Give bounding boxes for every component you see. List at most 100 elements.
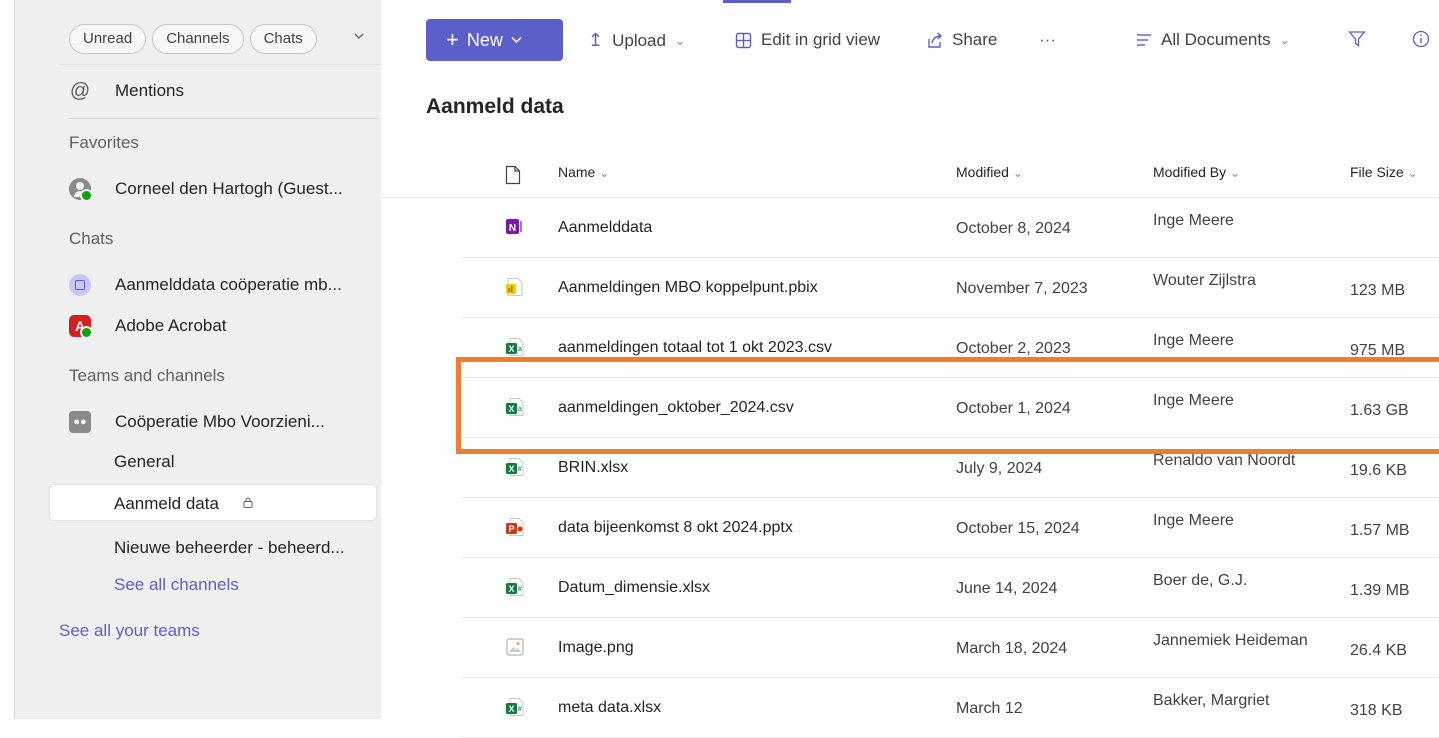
chevron-down-icon: ⌄ <box>599 166 610 180</box>
excel-icon: X # <box>505 697 525 717</box>
column-name-label: Name <box>558 164 596 180</box>
lock-icon <box>243 497 253 508</box>
avatar <box>69 178 93 202</box>
svg-text:P: P <box>508 524 514 534</box>
sidebar-item-label: Mentions <box>115 81 184 100</box>
file-name-link[interactable]: Aanmelddata <box>558 219 652 237</box>
team-icon: ●● <box>69 411 91 433</box>
column-modified-label: Modified <box>956 164 1009 180</box>
sidebar-item-label: Corneel den Hartogh (Guest... <box>115 179 343 198</box>
file-name-link[interactable]: meta data.xlsx <box>558 699 661 717</box>
chevron-down-icon: ⌄ <box>674 33 686 48</box>
file-name-link[interactable]: aanmeldingen totaal tot 1 okt 2023.csv <box>558 339 832 357</box>
sidebar-item-team[interactable]: ●● Coöperatie Mbo Voorzieni... <box>69 411 325 433</box>
modified-by[interactable]: Inge Meere <box>1153 332 1234 350</box>
modified-by[interactable]: Wouter Zijlstra <box>1153 272 1256 290</box>
library-title: Aanmeld data <box>426 95 564 118</box>
channel-nieuwe-beheerder[interactable]: Nieuwe beheerder - beheerd... <box>114 538 345 558</box>
column-header-name[interactable]: Name ⌄ <box>558 164 609 180</box>
file-name-link[interactable]: data bijeenkomst 8 okt 2024.pptx <box>558 519 793 537</box>
file-size: 1.63 GB <box>1350 402 1409 419</box>
excel-icon: X # <box>505 577 525 597</box>
column-header-modified-by[interactable]: Modified By ⌄ <box>1153 164 1240 180</box>
team-avatar: ●● <box>69 411 91 433</box>
file-name-link[interactable]: aanmeldingen_oktober_2024.csv <box>558 399 794 417</box>
channel-general[interactable]: General <box>114 452 174 472</box>
share-button[interactable]: Share <box>926 30 997 50</box>
sidebar-item-mentions[interactable]: @ Mentions <box>69 80 184 102</box>
chevron-down-icon: ⌄ <box>1012 166 1023 180</box>
modified-by[interactable]: Inge Meere <box>1153 212 1234 230</box>
sidebar-item-label: Adobe Acrobat <box>115 316 227 335</box>
table-row[interactable]: X # Datum_dimensie.xlsx June 14, 2024 Boer d… <box>461 558 1439 618</box>
file-name-link[interactable]: Image.png <box>558 639 634 657</box>
table-row[interactable]: N Aanmelddata October 8, 2024 Inge Meere <box>461 198 1439 258</box>
modified-by[interactable]: Renaldo van Noordt <box>1153 452 1295 470</box>
channel-label: Aanmeld data <box>114 494 219 513</box>
sidebar-item-chat-aanmelddata[interactable]: Aanmelddata coöperatie mb... <box>69 274 342 296</box>
chevron-down-icon: ⌄ <box>1407 166 1418 180</box>
active-tab-indicator <box>723 0 791 3</box>
table-row[interactable]: X # BRIN.xlsx July 9, 2024 Renaldo van Noord… <box>461 438 1439 498</box>
chevron-down-icon[interactable] <box>354 31 364 41</box>
see-all-channels-link[interactable]: See all channels <box>114 575 239 595</box>
svg-text:#: # <box>518 466 522 473</box>
share-label: Share <box>952 30 998 49</box>
upload-label: Upload <box>612 30 666 50</box>
upload-icon: ↥ <box>588 30 604 50</box>
modified-by[interactable]: Inge Meere <box>1153 512 1234 530</box>
filter-chats[interactable]: Chats <box>249 24 317 54</box>
modified-by[interactable]: Bakker, Margriet <box>1153 692 1269 710</box>
presence-available-icon <box>80 189 93 202</box>
modified-date: July 9, 2024 <box>956 460 1043 477</box>
file-size: 1.57 MB <box>1350 522 1410 539</box>
svg-text:X: X <box>508 344 514 354</box>
powerpoint-icon: P <box>505 517 525 537</box>
see-all-teams-link[interactable]: See all your teams <box>59 621 200 641</box>
filter-icon[interactable] <box>1348 30 1366 48</box>
svg-text:X: X <box>508 584 514 594</box>
svg-text:a: a <box>518 346 522 353</box>
column-header-row: Name ⌄ Modified ⌄ Modified By ⌄ File Siz… <box>381 139 1439 198</box>
file-name-link[interactable]: Datum_dimensie.xlsx <box>558 579 710 597</box>
svg-text:X: X <box>508 464 514 474</box>
view-selector[interactable]: All Documents ⌄ <box>1136 30 1290 50</box>
channel-aanmeld-data[interactable]: Aanmeld data <box>49 484 377 521</box>
modified-by[interactable]: Inge Meere <box>1153 392 1234 410</box>
modified-date: October 15, 2024 <box>956 520 1080 537</box>
divider <box>59 64 381 65</box>
upload-button[interactable]: ↥ Upload ⌄ <box>588 30 685 51</box>
modified-date: November 7, 2023 <box>956 280 1088 297</box>
table-row[interactable]: Aanmeldingen MBO koppelpunt.pbix November… <box>461 258 1439 318</box>
modified-date: October 8, 2024 <box>956 220 1071 237</box>
sidebar-item-favorite-contact[interactable]: Corneel den Hartogh (Guest... <box>69 178 343 202</box>
column-header-modified[interactable]: Modified ⌄ <box>956 164 1023 180</box>
modified-by[interactable]: Jannemiek Heideman <box>1153 632 1308 650</box>
sidebar-border <box>14 0 15 719</box>
at-icon: @ <box>69 79 91 102</box>
file-name-link[interactable]: Aanmeldingen MBO koppelpunt.pbix <box>558 279 818 297</box>
plus-icon: + <box>446 27 459 52</box>
table-row[interactable]: Pdata bijeenkomst 8 okt 2024.pptx October… <box>461 498 1439 558</box>
info-icon[interactable] <box>1412 30 1430 48</box>
csv-file-icon: Xa <box>505 337 525 357</box>
filter-channels[interactable]: Channels <box>152 24 244 54</box>
new-button[interactable]: + New <box>426 19 563 61</box>
table-row[interactable]: Xa aanmeldingen totaal tot 1 okt 2023.csv… <box>461 318 1439 378</box>
modified-by[interactable]: Boer de, G.J. <box>1153 572 1247 590</box>
file-name-link[interactable]: BRIN.xlsx <box>558 459 628 477</box>
more-options-button[interactable]: ··· <box>1039 30 1056 50</box>
table-row[interactable]: Image.png March 18, 2024 Jannemiek Heidema… <box>461 618 1439 678</box>
table-row[interactable]: X # meta data.xlsx March 12 Bakker, Margriet… <box>461 678 1439 738</box>
group-chat-icon <box>69 274 91 296</box>
file-size: 975 MB <box>1350 342 1406 359</box>
file-size: 318 KB <box>1350 702 1403 719</box>
table-row[interactable]: Xa aanmeldingen_oktober_2024.csv October 1… <box>461 378 1439 438</box>
filter-unread[interactable]: Unread <box>69 24 147 54</box>
edit-grid-button[interactable]: Edit in grid view <box>735 30 880 50</box>
sidebar-item-chat-acrobat[interactable]: A Adobe Acrobat <box>69 315 227 339</box>
file-size: 123 MB <box>1350 282 1406 299</box>
column-header-file-size[interactable]: File Size ⌄ <box>1350 164 1418 180</box>
file-type-icon[interactable] <box>505 165 521 185</box>
chevron-down-icon <box>511 36 522 44</box>
